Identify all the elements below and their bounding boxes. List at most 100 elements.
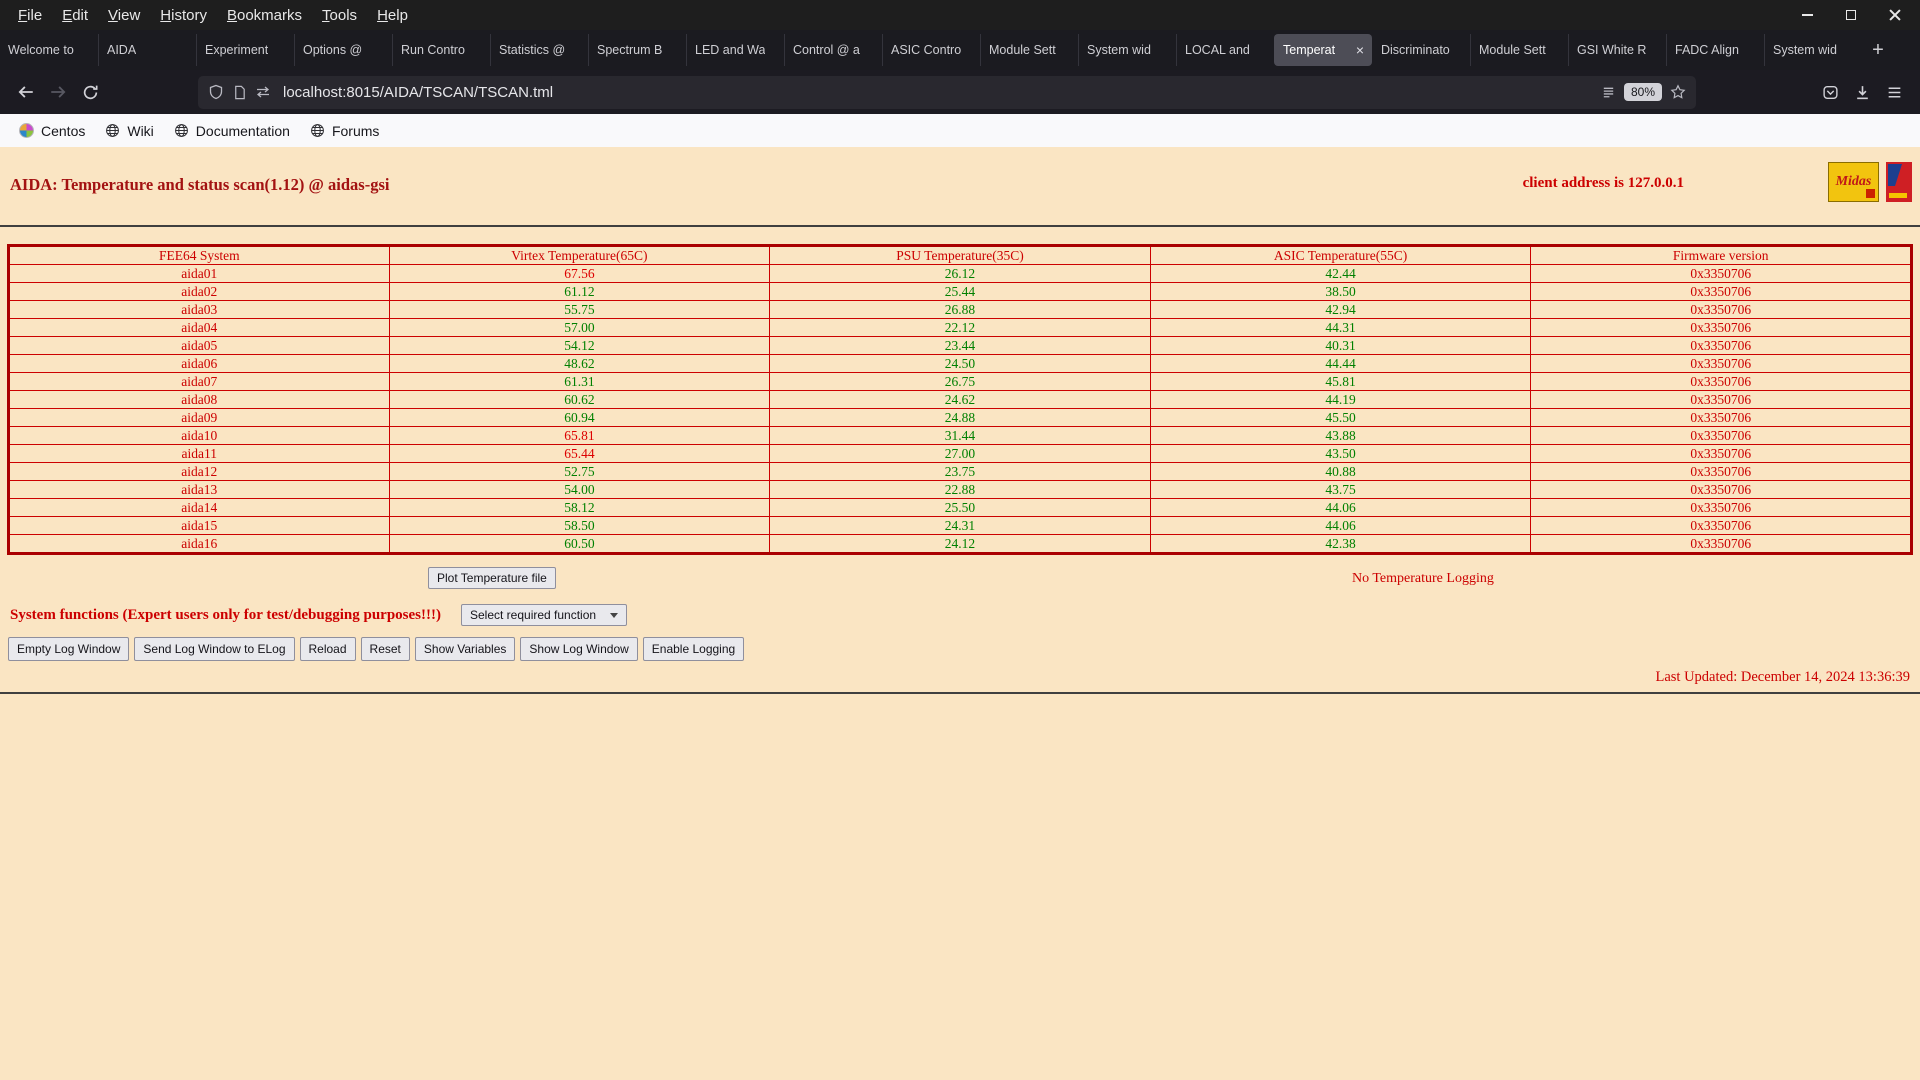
tab-spectrum-b[interactable]: Spectrum B <box>588 34 686 66</box>
pocket-icon[interactable] <box>1814 76 1846 108</box>
firmware-version: 0x3350706 <box>1530 282 1912 301</box>
firmware-version: 0x3350706 <box>1530 480 1912 499</box>
tab-statistics[interactable]: Statistics @ <box>490 34 588 66</box>
asic-temperature: 42.94 <box>1149 300 1532 319</box>
reload-button[interactable] <box>74 76 106 108</box>
fee64-name: aida08 <box>8 390 390 409</box>
enable-logging-button[interactable]: Enable Logging <box>642 637 745 661</box>
window-minimize-button[interactable] <box>1800 8 1814 22</box>
tab-title: LED and Wa <box>695 43 766 57</box>
fee64-name: aida02 <box>8 282 390 301</box>
tab-asic-contro[interactable]: ASIC Contro <box>882 34 980 66</box>
table-row: aida03 55.75 26.88 42.94 0x3350706 <box>8 300 1912 319</box>
psu-temperature: 24.88 <box>769 408 1151 427</box>
tab-control-a[interactable]: Control @ a <box>784 34 882 66</box>
psu-temperature: 26.12 <box>769 264 1151 283</box>
tab-title: Module Sett <box>1479 43 1546 57</box>
show-log-window-button[interactable]: Show Log Window <box>520 637 638 661</box>
tab-close-icon[interactable]: × <box>1356 42 1364 58</box>
psu-temperature: 24.62 <box>769 390 1151 409</box>
firmware-version: 0x3350706 <box>1530 408 1912 427</box>
tab-run-contro[interactable]: Run Contro <box>392 34 490 66</box>
plot-temperature-button[interactable]: Plot Temperature file <box>428 567 556 589</box>
empty-log-window-button[interactable]: Empty Log Window <box>8 637 130 661</box>
tab-module-sett[interactable]: Module Sett <box>1470 34 1568 66</box>
virtex-temperature: 58.50 <box>388 516 771 535</box>
tab-temperat[interactable]: Temperat × <box>1274 34 1372 66</box>
tab-local-and[interactable]: LOCAL and <box>1176 34 1274 66</box>
bookmark-star-icon[interactable] <box>1670 84 1686 100</box>
psu-temperature: 23.44 <box>769 336 1151 355</box>
tab-title: Run Contro <box>401 43 465 57</box>
virtex-temperature: 52.75 <box>388 462 771 481</box>
function-select[interactable]: Select required function <box>460 604 628 626</box>
reload-button[interactable]: Reload <box>299 637 356 661</box>
tab-aida[interactable]: AIDA <box>98 34 196 66</box>
show-variables-button[interactable]: Show Variables <box>414 637 516 661</box>
menu-file[interactable]: File <box>8 7 52 24</box>
tab-module-sett[interactable]: Module Sett <box>980 34 1078 66</box>
tab-gsi-white-r[interactable]: GSI White R <box>1568 34 1666 66</box>
virtex-temperature: 61.12 <box>388 282 771 301</box>
tab-title: GSI White R <box>1577 43 1647 57</box>
tab-experiment[interactable]: Experiment <box>196 34 294 66</box>
tracking-shield-icon[interactable] <box>208 84 224 100</box>
tab-options[interactable]: Options @ <box>294 34 392 66</box>
asic-temperature: 44.31 <box>1149 318 1532 337</box>
bookmark-wiki[interactable]: Wiki <box>96 119 162 143</box>
table-row: aida13 54.00 22.88 43.75 0x3350706 <box>8 480 1912 499</box>
new-tab-button[interactable]: + <box>1862 34 1894 66</box>
url-bar[interactable]: localhost:8015/AIDA/TSCAN/TSCAN.tml 80% <box>198 75 1696 109</box>
tab-system-wid[interactable]: System wid <box>1078 34 1176 66</box>
virtex-temperature: 55.75 <box>388 300 771 319</box>
system-functions-label: System functions (Expert users only for … <box>10 606 441 623</box>
column-header: Virtex Temperature(65C) <box>388 245 771 265</box>
psu-temperature: 26.88 <box>769 300 1151 319</box>
asic-temperature: 45.81 <box>1149 372 1532 391</box>
bookmark-forums[interactable]: Forums <box>301 119 388 143</box>
psu-temperature: 24.50 <box>769 354 1151 373</box>
menu-hamburger-icon[interactable] <box>1878 76 1910 108</box>
menu-help[interactable]: Help <box>367 7 418 24</box>
back-button[interactable] <box>10 76 42 108</box>
table-row: aida08 60.62 24.62 44.19 0x3350706 <box>8 390 1912 409</box>
forward-button[interactable] <box>42 76 74 108</box>
plot-row: Plot Temperature file No Temperature Log… <box>0 567 1920 593</box>
window-maximize-button[interactable] <box>1844 8 1858 22</box>
tab-title: System wid <box>1773 43 1837 57</box>
no-logging-text: No Temperature Logging <box>1352 571 1494 586</box>
menu-history[interactable]: History <box>150 7 217 24</box>
tab-discriminato[interactable]: Discriminato <box>1372 34 1470 66</box>
zoom-indicator[interactable]: 80% <box>1623 83 1662 101</box>
bookmark-documentation[interactable]: Documentation <box>165 119 299 143</box>
table-row: aida15 58.50 24.31 44.06 0x3350706 <box>8 516 1912 535</box>
reader-mode-icon[interactable] <box>1601 85 1616 100</box>
fee64-name: aida10 <box>8 426 390 445</box>
browser-chrome: File Edit View History Bookmarks Tools Help We… <box>0 0 1920 147</box>
tab-fadc-align[interactable]: FADC Align <box>1666 34 1764 66</box>
menu-view[interactable]: View <box>98 7 150 24</box>
menu-bookmarks[interactable]: Bookmarks <box>217 7 312 24</box>
tab-system-wid[interactable]: System wid <box>1764 34 1862 66</box>
psu-temperature: 26.75 <box>769 372 1151 391</box>
tab-welcome-to[interactable]: Welcome to <box>0 34 98 66</box>
url-text[interactable]: localhost:8015/AIDA/TSCAN/TSCAN.tml <box>283 84 1593 101</box>
reset-button[interactable]: Reset <box>360 637 410 661</box>
page-info-icon[interactable] <box>232 85 247 100</box>
psu-temperature: 25.44 <box>769 282 1151 301</box>
tab-led-and-wa[interactable]: LED and Wa <box>686 34 784 66</box>
tab-title: System wid <box>1087 43 1151 57</box>
temperature-table: FEE64 System Virtex Temperature(65C) PSU T… <box>7 244 1913 555</box>
menu-tools[interactable]: Tools <box>312 7 367 24</box>
window-close-button[interactable] <box>1888 8 1902 22</box>
fee64-name: aida01 <box>8 264 390 283</box>
firmware-version: 0x3350706 <box>1530 372 1912 391</box>
send-log-window-to-elog-button[interactable]: Send Log Window to ELog <box>134 637 295 661</box>
bookmarks-toolbar: Centos Wiki Documentation Forums <box>0 114 1920 147</box>
menu-edit[interactable]: Edit <box>52 7 98 24</box>
bookmark-centos[interactable]: Centos <box>10 119 94 143</box>
downloads-icon[interactable] <box>1846 76 1878 108</box>
firmware-version: 0x3350706 <box>1530 444 1912 463</box>
psu-temperature: 22.12 <box>769 318 1151 337</box>
globe-icon <box>105 123 120 138</box>
